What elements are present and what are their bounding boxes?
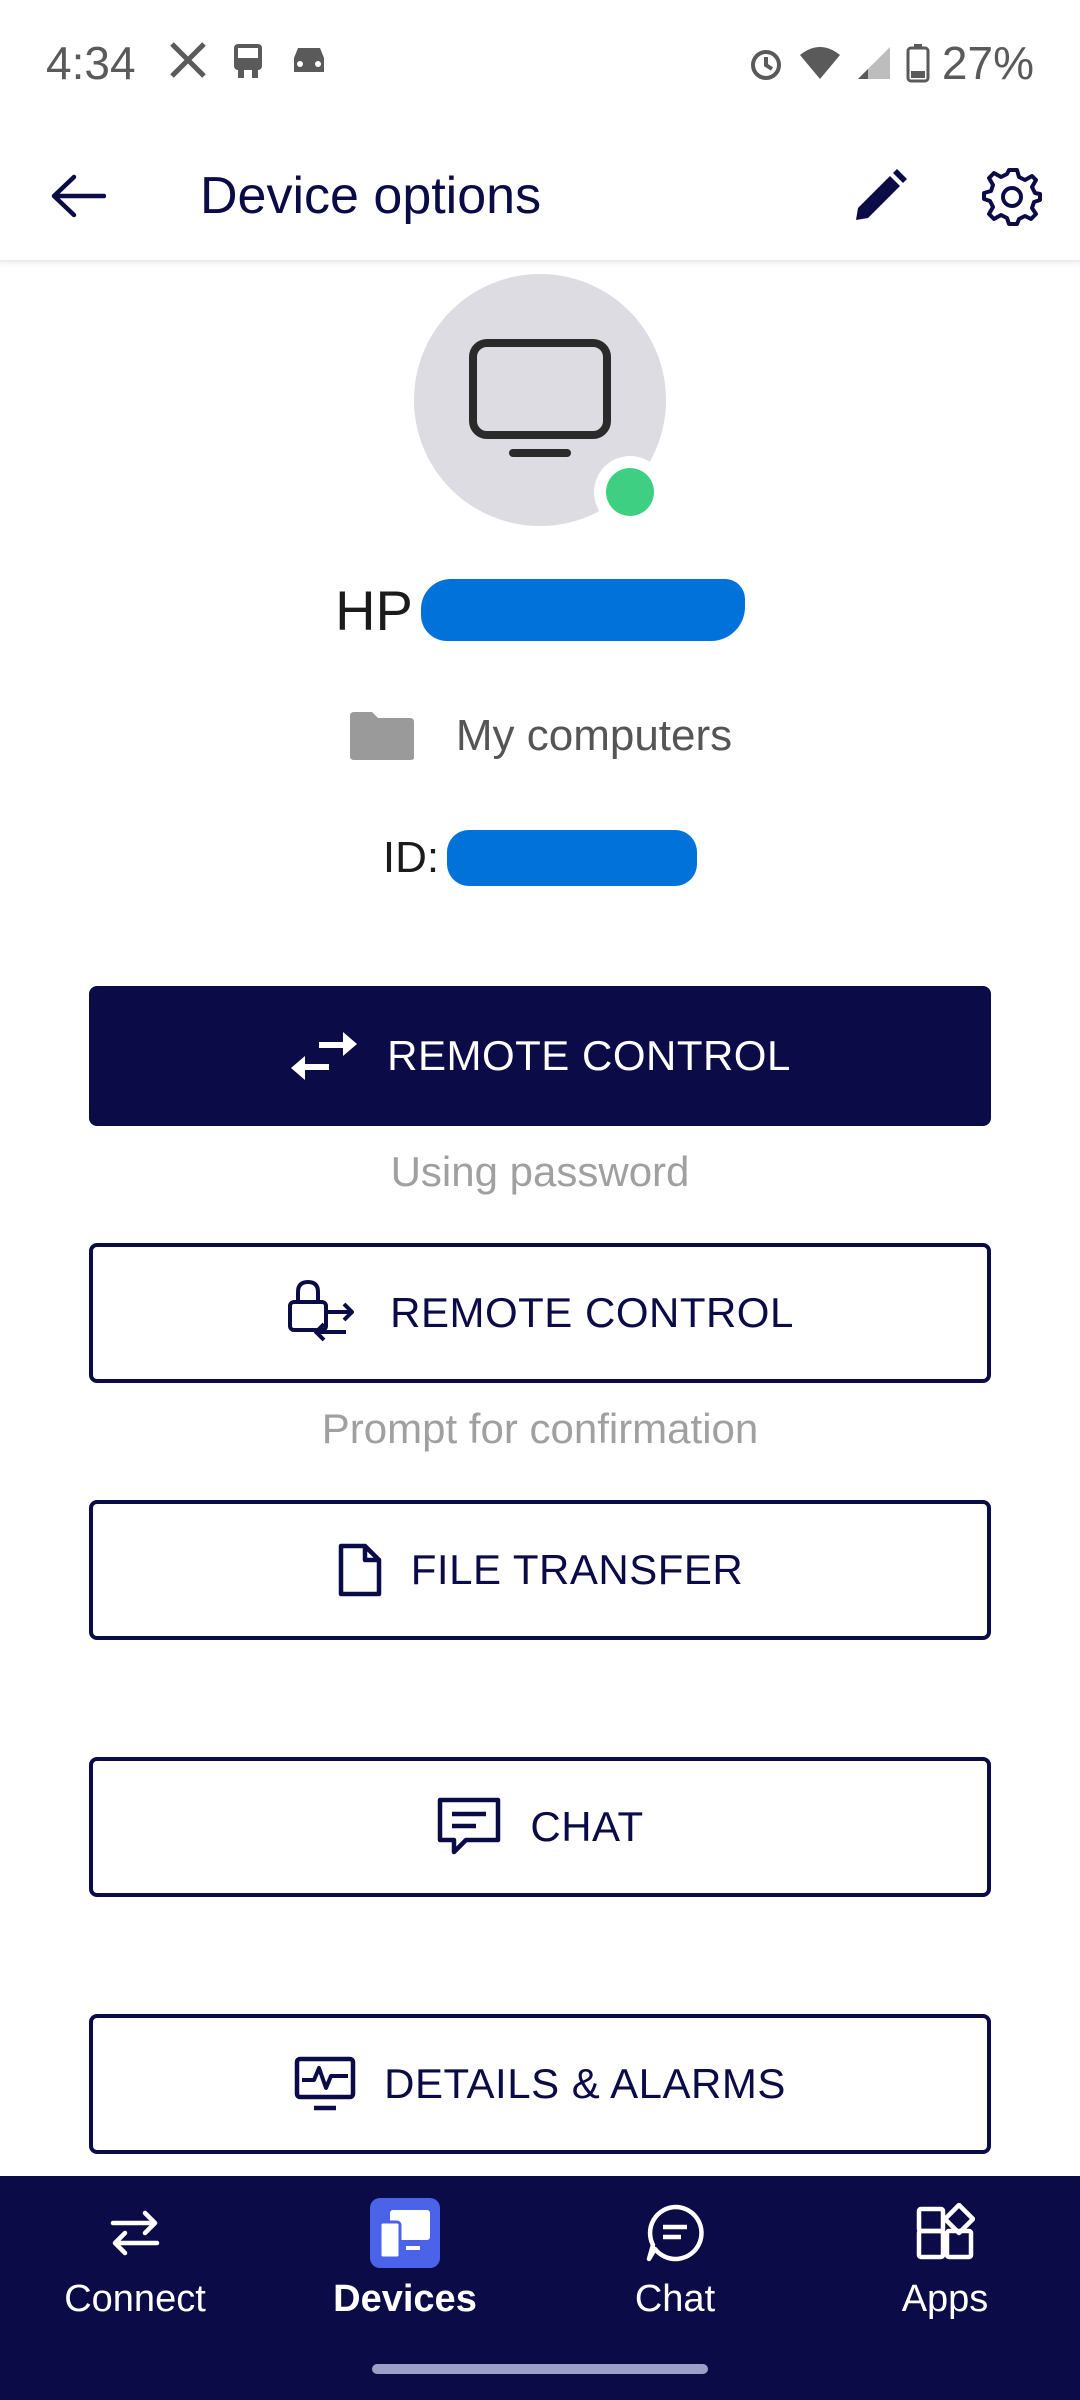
file-icon	[338, 1543, 382, 1597]
remote-control-caption: Using password	[390, 1148, 690, 1195]
app-bar: Device options	[0, 130, 1080, 262]
device-name: HP	[335, 578, 413, 642]
status-system-icons: 27%	[746, 36, 1034, 90]
pencil-icon	[856, 169, 907, 220]
redacted-device-id	[447, 830, 698, 886]
transit-icon	[234, 44, 262, 78]
settings-button[interactable]	[974, 158, 1050, 234]
nav-label-apps: Apps	[901, 2278, 989, 2320]
devices-icon	[370, 2198, 440, 2268]
nav-item-apps[interactable]: Apps	[825, 2198, 1065, 2338]
page-title: Device options	[200, 167, 542, 225]
home-indicator[interactable]	[372, 2364, 708, 2374]
nav-item-connect[interactable]: Connect	[15, 2198, 255, 2338]
x-icon	[170, 42, 206, 78]
remote-control-confirm-caption: Prompt for confirmation	[321, 1405, 759, 1452]
monitor-pulse-icon	[294, 2056, 356, 2111]
remote-control-button[interactable]: REMOTE CONTROL	[89, 986, 991, 1126]
connect-icon	[100, 2198, 170, 2268]
swap-arrows-icon	[291, 1032, 358, 1080]
chat-icon	[640, 2198, 710, 2268]
chat-button[interactable]: CHAT	[89, 1757, 991, 1897]
folder-icon	[349, 712, 414, 760]
nav-label-devices: Devices	[333, 2278, 477, 2320]
device-id-label: ID:	[382, 833, 440, 882]
online-status-indicator	[594, 456, 666, 528]
status-time: 4:34	[46, 37, 136, 89]
details-alarms-label: DETAILS & ALARMS	[384, 2060, 786, 2107]
remote-control-confirm-button[interactable]: REMOTE CONTROL	[89, 1243, 991, 1383]
battery-percent: 27%	[941, 37, 1034, 89]
nav-label-chat: Chat	[634, 2278, 716, 2320]
edit-button[interactable]	[842, 158, 918, 234]
device-group-label: My computers	[455, 711, 733, 760]
remote-control-confirm-label: REMOTE CONTROL	[390, 1289, 794, 1336]
car-icon	[294, 48, 324, 72]
alarm-icon	[750, 50, 781, 80]
status-notification-icons	[168, 40, 330, 80]
back-button[interactable]	[40, 160, 116, 232]
chat-bubble-icon	[438, 1797, 501, 1855]
online-status-dot	[606, 468, 654, 516]
apps-icon	[910, 2198, 980, 2268]
redacted-device-name	[420, 579, 745, 641]
arrow-left-icon	[51, 174, 106, 218]
lock-swap-icon	[288, 1279, 355, 1342]
nav-item-devices[interactable]: Devices	[285, 2198, 525, 2338]
chat-label: CHAT	[530, 1803, 644, 1850]
remote-control-label: REMOTE CONTROL	[387, 1032, 791, 1079]
status-bar: 4:34 27%	[0, 0, 1080, 130]
battery-icon	[906, 44, 930, 83]
nav-item-chat[interactable]: Chat	[555, 2198, 795, 2338]
device-name-row: HP	[0, 572, 1080, 648]
file-transfer-button[interactable]: FILE TRANSFER	[89, 1500, 991, 1640]
file-transfer-label: FILE TRANSFER	[410, 1546, 744, 1593]
wifi-icon	[799, 47, 840, 79]
signal-icon	[857, 47, 890, 79]
gear-icon	[982, 168, 1042, 226]
monitor-icon	[469, 339, 611, 457]
device-group: My computers	[0, 700, 1080, 772]
device-id-row: ID:	[0, 822, 1080, 894]
details-alarms-button[interactable]: DETAILS & ALARMS	[89, 2014, 991, 2154]
nav-label-connect: Connect	[64, 2278, 206, 2320]
